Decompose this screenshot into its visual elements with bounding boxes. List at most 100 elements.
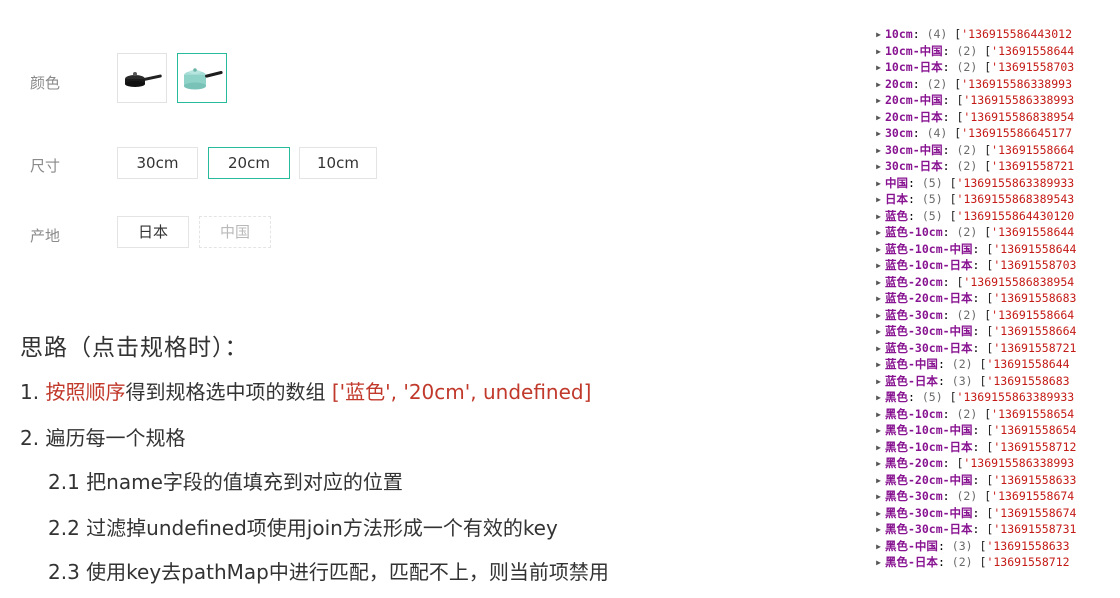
console-key: 黑色-30cm-日本 [885,522,973,536]
console-row[interactable]: ▶ 30cm-中国: (2) ['13691558664 [872,142,1092,159]
console-key: 黑色-10cm-中国 [885,423,973,437]
console-value: '13691558644 [993,241,1077,256]
expand-triangle-icon[interactable]: ▶ [872,539,885,556]
console-row[interactable]: ▶ 10cm: (4) ['136915586443012 [872,26,1092,43]
expand-triangle-icon[interactable]: ▶ [872,93,885,110]
console-row[interactable]: ▶ 10cm-日本: (2) ['13691558703 [872,59,1092,76]
console-key: 20cm [885,76,913,91]
expand-triangle-icon[interactable]: ▶ [872,456,885,473]
expand-triangle-icon[interactable]: ▶ [872,209,885,226]
console-row[interactable]: ▶ 蓝色-20cm: ['136915586838954 [872,274,1092,291]
console-row[interactable]: ▶ 蓝色-日本: (3) ['13691558683 [872,373,1092,390]
console-row[interactable]: ▶ 20cm-中国: ['136915586338993 [872,92,1092,109]
expand-triangle-icon[interactable]: ▶ [872,324,885,341]
color-option-black[interactable] [117,53,167,103]
console-row[interactable]: ▶ 蓝色-10cm-日本: ['13691558703 [872,257,1092,274]
console-value: '13691558633 [993,472,1077,487]
console-value: '1369155868389543 [956,192,1075,206]
expand-triangle-icon[interactable]: ▶ [872,423,885,440]
size-option-20cm[interactable]: 20cm [208,147,290,179]
notes-heading: 思路（点击规格时）： [20,335,249,361]
console-output: ▶ 10cm: (4) ['136915586443012 ▶ 10cm-中国: (2… [872,26,1092,574]
console-row[interactable]: ▶ 10cm-中国: (2) ['13691558644 [872,43,1092,60]
expand-triangle-icon[interactable]: ▶ [872,341,885,358]
console-count: (4) [926,27,948,41]
console-row[interactable]: ▶ 蓝色-30cm-中国: ['13691558664 [872,323,1092,340]
console-count: (2) [951,357,973,371]
console-key: 黑色-10cm [885,406,943,421]
expand-triangle-icon[interactable]: ▶ [872,291,885,308]
console-key: 蓝色-30cm [885,307,943,322]
console-row[interactable]: ▶ 黑色-10cm-中国: ['13691558654 [872,422,1092,439]
console-row[interactable]: ▶ 蓝色: (5) ['1369155864430120 [872,208,1092,225]
size-option-10cm[interactable]: 10cm [299,147,377,179]
console-row[interactable]: ▶ 30cm-日本: (2) ['13691558721 [872,158,1092,175]
expand-triangle-icon[interactable]: ▶ [872,60,885,77]
console-row[interactable]: ▶ 20cm-日本: ['136915586838954 [872,109,1092,126]
console-row[interactable]: ▶ 中国: (5) ['1369155863389933 [872,175,1092,192]
console-row[interactable]: ▶ 蓝色-中国: (2) ['13691558644 [872,356,1092,373]
expand-triangle-icon[interactable]: ▶ [872,192,885,209]
console-key: 蓝色-10cm [885,225,943,239]
note-step-2-2: 2.2 过滤掉undefined项使用join方法形成一个有效的key [48,516,558,540]
console-row[interactable]: ▶ 蓝色-20cm-日本: ['13691558683 [872,290,1092,307]
expand-triangle-icon[interactable]: ▶ [872,522,885,539]
console-key: 黑色-日本 [885,555,938,569]
expand-triangle-icon[interactable]: ▶ [872,176,885,193]
console-row[interactable]: ▶ 黑色-10cm-日本: ['13691558712 [872,439,1092,456]
expand-triangle-icon[interactable]: ▶ [872,242,885,259]
expand-triangle-icon[interactable]: ▶ [872,258,885,275]
expand-triangle-icon[interactable]: ▶ [872,77,885,94]
console-row[interactable]: ▶ 蓝色-10cm-中国: ['13691558644 [872,241,1092,258]
expand-triangle-icon[interactable]: ▶ [872,308,885,325]
expand-triangle-icon[interactable]: ▶ [872,357,885,374]
expand-triangle-icon[interactable]: ▶ [872,159,885,176]
expand-triangle-icon[interactable]: ▶ [872,555,885,572]
expand-triangle-icon[interactable]: ▶ [872,489,885,506]
console-value: '13691558703 [993,258,1077,272]
expand-triangle-icon[interactable]: ▶ [872,225,885,242]
expand-triangle-icon[interactable]: ▶ [872,143,885,160]
expand-triangle-icon[interactable]: ▶ [872,126,885,143]
origin-option-japan[interactable]: 日本 [117,216,189,248]
console-row[interactable]: ▶ 黑色-30cm-中国: ['13691558674 [872,505,1092,522]
origin-option-china: 中国 [199,216,271,248]
expand-triangle-icon[interactable]: ▶ [872,275,885,292]
console-row[interactable]: ▶ 日本: (5) ['1369155868389543 [872,191,1092,208]
console-row[interactable]: ▶ 黑色-20cm-中国: ['13691558633 [872,472,1092,489]
expand-triangle-icon[interactable]: ▶ [872,110,885,127]
console-key: 蓝色-10cm-中国 [885,241,973,256]
size-option-30cm[interactable]: 30cm [117,147,198,179]
console-row[interactable]: ▶ 蓝色-10cm: (2) ['13691558644 [872,224,1092,241]
console-row[interactable]: ▶ 黑色: (5) ['1369155863389933 [872,389,1092,406]
console-row[interactable]: ▶ 黑色-20cm: ['136915586338993 [872,455,1092,472]
console-row[interactable]: ▶ 黑色-30cm: (2) ['13691558674 [872,488,1092,505]
console-row[interactable]: ▶ 黑色-10cm: (2) ['13691558654 [872,406,1092,423]
console-row[interactable]: ▶ 黑色-30cm-日本: ['13691558731 [872,521,1092,538]
console-row[interactable]: ▶ 黑色-中国: (3) ['13691558633 [872,538,1092,555]
expand-triangle-icon[interactable]: ▶ [872,374,885,391]
console-row[interactable]: ▶ 蓝色-30cm-日本: ['13691558721 [872,340,1092,357]
expand-triangle-icon[interactable]: ▶ [872,473,885,490]
console-count: (3) [951,373,973,388]
step-1-highlight: 按照顺序 [45,380,126,404]
console-row[interactable]: ▶ 30cm: (4) ['136915586645177 [872,125,1092,142]
console-count: (2) [956,43,978,58]
console-count: (5) [921,175,943,190]
console-row[interactable]: ▶ 蓝色-30cm: (2) ['13691558664 [872,307,1092,324]
expand-triangle-icon[interactable]: ▶ [872,27,885,44]
origin-label: 产地 [30,227,61,245]
console-row[interactable]: ▶ 20cm: (2) ['136915586338993 [872,76,1092,93]
expand-triangle-icon[interactable]: ▶ [872,390,885,407]
color-option-blue[interactable] [177,53,227,103]
color-label: 颜色 [30,74,61,92]
expand-triangle-icon[interactable]: ▶ [872,44,885,61]
console-key: 30cm-日本 [885,159,943,173]
expand-triangle-icon[interactable]: ▶ [872,407,885,424]
console-count: (5) [921,208,943,223]
expand-triangle-icon[interactable]: ▶ [872,440,885,457]
console-key: 蓝色-中国 [885,357,938,371]
console-row[interactable]: ▶ 黑色-日本: (2) ['13691558712 [872,554,1092,571]
console-value: '13691558664 [991,307,1075,322]
expand-triangle-icon[interactable]: ▶ [872,506,885,523]
